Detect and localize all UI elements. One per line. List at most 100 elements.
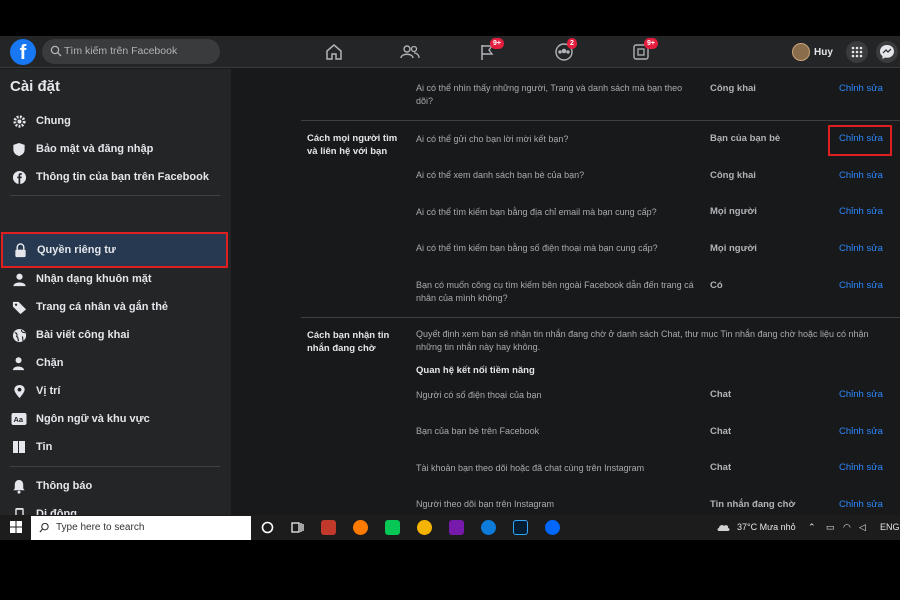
section-title: Cách bạn nhận tin nhắn đang chờ	[307, 330, 390, 354]
profile-name: Huy	[814, 46, 833, 58]
home-icon	[326, 44, 342, 60]
setting-value: Bạn của bạn bè	[710, 133, 781, 144]
sidebar-item-label: Thông báo	[36, 480, 93, 492]
edit-link[interactable]: Chỉnh sửa	[839, 206, 883, 217]
sidebar-item-notifications[interactable]: Thông báo	[0, 472, 231, 500]
sidebar-item-label: Tin	[36, 441, 53, 453]
setting-value: Tin nhắn đang chờ	[710, 499, 796, 510]
sidebar-divider	[10, 195, 220, 196]
book-icon	[13, 441, 25, 453]
sidebar-item-public-posts[interactable]: Bài viết công khai	[0, 321, 231, 349]
weather-text[interactable]: 37°C Mưa nhỏ	[737, 522, 796, 532]
setting-question: Ai có thể gửi cho bạn lời mời kết bạn?	[416, 134, 569, 144]
sidebar-item-privacy[interactable]: Quyền riêng tư	[1, 232, 228, 268]
firefox-icon[interactable]	[353, 520, 368, 535]
sidebar-item-label: Quyền riêng tư	[37, 244, 116, 256]
volume-icon[interactable]: ◁	[859, 522, 866, 533]
messenger-button[interactable]	[876, 41, 898, 63]
sidebar-item-blocking[interactable]: Chặn	[0, 349, 231, 377]
zalo-icon[interactable]	[545, 520, 560, 535]
setting-question: Bạn của bạn bè trên Facebook	[416, 426, 540, 436]
sidebar-title: Cài đặt	[10, 78, 61, 95]
facebook-search-input[interactable]: Tìm kiếm trên Facebook	[42, 39, 220, 64]
sidebar-item-stories[interactable]: Tin	[0, 433, 231, 461]
cortana-icon[interactable]	[260, 520, 275, 535]
groups-badge: 2	[567, 38, 577, 49]
watch-nav-button[interactable]: 9+	[476, 38, 504, 63]
setting-value: Có	[710, 280, 723, 291]
tray-chevron-up-icon[interactable]: ⌃	[808, 522, 816, 533]
highlight-box	[828, 125, 892, 156]
search-icon	[39, 522, 49, 533]
block-user-icon	[12, 356, 24, 370]
photoshop-icon[interactable]	[513, 520, 528, 535]
globe-icon	[12, 328, 26, 342]
edit-link[interactable]: Chỉnh sửa	[839, 389, 883, 400]
lock-icon	[14, 242, 26, 257]
friends-nav-button[interactable]	[399, 41, 421, 63]
setting-question: Ai có thể nhìn thấy những người, Trang v…	[416, 83, 683, 106]
network-icon[interactable]: ▭	[826, 522, 835, 533]
sidebar-item-location[interactable]: Vị trí	[0, 377, 231, 405]
setting-value: Chat	[710, 389, 732, 400]
sidebar-item-label: Bảo mật và đăng nhập	[36, 143, 154, 155]
avatar	[792, 43, 810, 61]
groups-nav-button[interactable]: 2	[553, 38, 577, 63]
taskbar-search-input[interactable]: Type here to search	[31, 516, 251, 540]
setting-value: Chat	[710, 462, 732, 473]
profile-button[interactable]: Huy	[792, 42, 833, 62]
sidebar-item-profile-tagging[interactable]: Trang cá nhân và gắn thẻ	[0, 293, 231, 321]
edit-link[interactable]: Chỉnh sửa	[839, 170, 883, 181]
line-app-icon[interactable]	[385, 520, 400, 535]
sidebar-item-general[interactable]: Chung	[0, 107, 231, 135]
privacy-settings-panel: Ai có thể nhìn thấy những người, Trang v…	[231, 69, 900, 540]
edit-link[interactable]: Chỉnh sửa	[839, 462, 883, 473]
sidebar-item-face-recognition[interactable]: Nhận dạng khuôn mặt	[0, 265, 231, 293]
home-nav-button[interactable]	[323, 41, 345, 63]
settings-sidebar: Cài đặt Chung Bảo mật và đăng nhập Thông…	[0, 69, 231, 540]
windows-start-icon[interactable]	[10, 521, 22, 533]
setting-question: Ai có thể xem danh sách bạn bè của bạn?	[416, 170, 585, 180]
gear-icon	[12, 114, 26, 128]
subsection-title: Quan hệ kết nối tiềm năng	[416, 365, 535, 376]
sidebar-item-label: Trang cá nhân và gắn thẻ	[36, 301, 169, 313]
sidebar-item-label: Nhận dạng khuôn mặt	[36, 273, 152, 285]
setting-value: Công khai	[710, 170, 756, 181]
setting-question: Tài khoản bạn theo dõi hoặc đã chat cùng…	[416, 463, 645, 473]
task-view-icon[interactable]	[290, 520, 305, 535]
edit-link[interactable]: Chỉnh sửa	[839, 426, 883, 437]
sidebar-item-label: Thông tin của bạn trên Facebook	[36, 171, 209, 183]
gaming-nav-button[interactable]: 9+	[630, 38, 658, 63]
bell-icon	[13, 479, 25, 494]
facebook-logo[interactable]: f	[10, 39, 36, 65]
weather-cloud-icon[interactable]	[716, 520, 731, 535]
face-icon	[12, 273, 26, 286]
sidebar-item-security[interactable]: Bảo mật và đăng nhập	[0, 135, 231, 163]
section-title: Cách mọi người tìm và liên hệ với bạn	[307, 133, 398, 157]
shield-icon	[13, 142, 25, 156]
wifi-icon[interactable]: ◠	[843, 522, 851, 533]
setting-value: Mọi người	[710, 243, 757, 254]
chrome-icon[interactable]	[417, 520, 432, 535]
car-app-icon[interactable]	[321, 520, 336, 535]
taskbar-search-placeholder: Type here to search	[56, 522, 145, 533]
friends-icon	[400, 45, 420, 59]
edit-link[interactable]: Chỉnh sửa	[839, 243, 883, 254]
sidebar-item-label: Vị trí	[36, 385, 61, 397]
edit-link[interactable]: Chỉnh sửa	[839, 499, 883, 510]
sidebar-item-label: Ngôn ngữ và khu vực	[36, 413, 150, 425]
search-icon	[50, 45, 62, 57]
sidebar-item-your-info[interactable]: Thông tin của bạn trên Facebook	[0, 163, 231, 191]
edit-link[interactable]: Chỉnh sửa	[839, 280, 883, 291]
edit-link[interactable]: Chỉnh sửa	[839, 83, 883, 94]
onenote-icon[interactable]	[449, 520, 464, 535]
language-indicator[interactable]: ENG	[880, 522, 900, 532]
sidebar-item-language-region[interactable]: Aa Ngôn ngữ và khu vực	[0, 405, 231, 433]
setting-question: Người theo dõi bạn trên Instagram	[416, 499, 555, 509]
menu-button[interactable]	[846, 41, 868, 63]
setting-question: Người có số điện thoại của bạn	[416, 390, 542, 400]
edge-icon[interactable]	[481, 520, 496, 535]
sidebar-item-label: Chặn	[36, 357, 64, 369]
setting-value: Công khai	[710, 83, 756, 94]
watch-badge: 9+	[490, 38, 504, 49]
